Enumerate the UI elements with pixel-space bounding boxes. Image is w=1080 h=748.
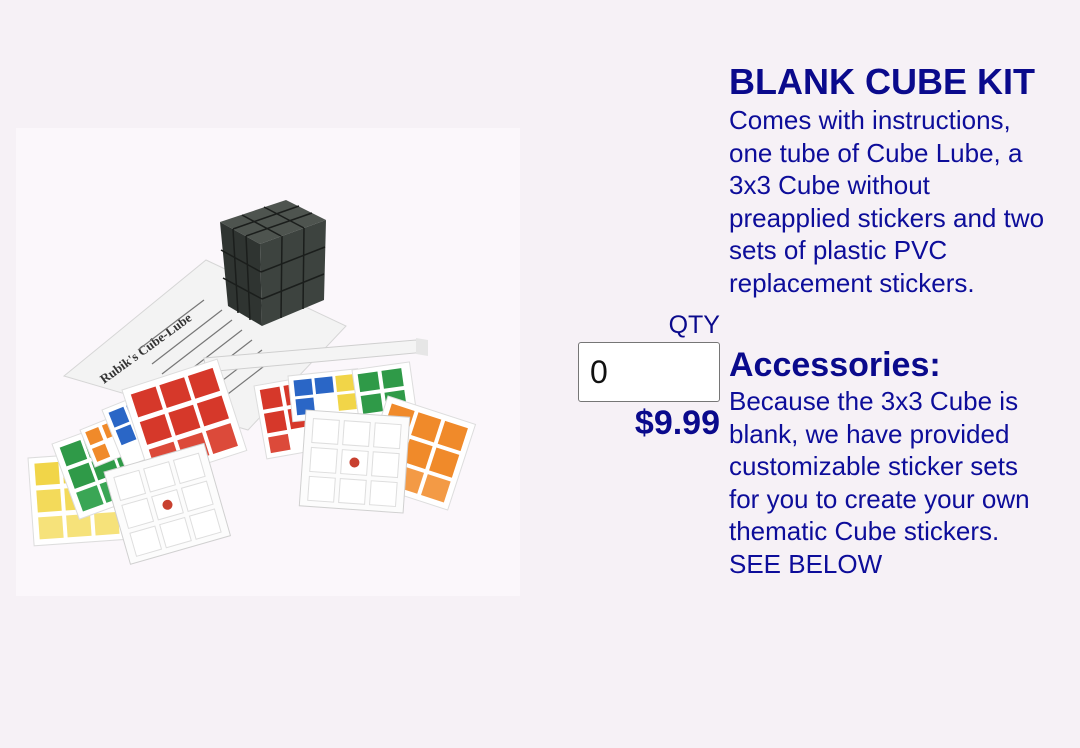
product-description: Comes with instructions, one tube of Cub… xyxy=(729,105,1045,298)
accessories-text: Because the 3x3 Cube is blank, we have p… xyxy=(729,385,1049,580)
quantity-input[interactable] xyxy=(578,342,720,402)
product-title: BLANK CUBE KIT xyxy=(729,61,1035,102)
accessories-description: Because the 3x3 Cube is blank, we have p… xyxy=(729,386,1030,546)
qty-label: QTY xyxy=(668,311,720,339)
see-below-link[interactable]: SEE BELOW xyxy=(729,549,882,579)
product-price: $9.99 xyxy=(634,404,720,442)
product-image: Rubik's Cube-Lube xyxy=(16,128,520,596)
product-info: BLANK CUBE KIT Comes with instructions, … xyxy=(729,60,1049,580)
accessories-heading: Accessories: xyxy=(729,346,941,384)
